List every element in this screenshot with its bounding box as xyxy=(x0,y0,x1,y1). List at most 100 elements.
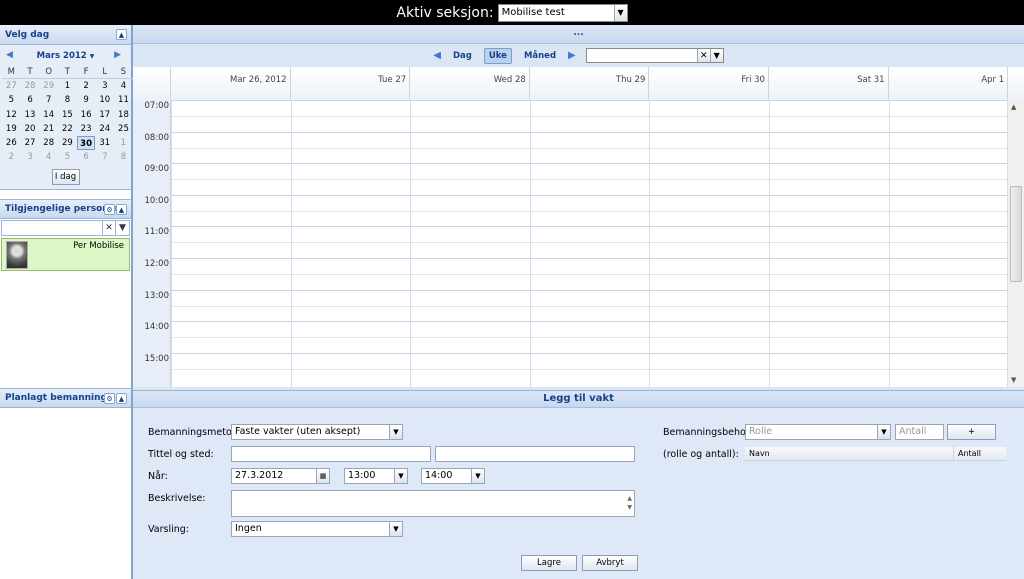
calendar-day[interactable]: 7 xyxy=(39,93,58,107)
calendar-day[interactable]: 20 xyxy=(21,122,40,136)
clear-icon[interactable]: ✕ xyxy=(103,221,116,236)
chevron-down-icon[interactable]: ▼ xyxy=(877,425,890,439)
calendar-day[interactable]: 27 xyxy=(2,79,21,93)
chevron-down-icon[interactable]: ▼ xyxy=(394,469,407,483)
staffing-method-select[interactable]: Faste vakter (uten aksept) ▼ xyxy=(231,424,403,440)
cancel-button[interactable]: Avbryt xyxy=(582,555,638,571)
calendar-day[interactable]: 28 xyxy=(39,136,58,150)
collapse-icon[interactable]: ▲ xyxy=(116,393,127,404)
active-section-select[interactable]: Mobilise test ▼ xyxy=(497,3,628,22)
count-input[interactable]: Antall xyxy=(895,424,944,440)
calendar-day[interactable]: 23 xyxy=(77,122,96,136)
calendar-day[interactable]: 16 xyxy=(77,108,96,122)
calendar-day[interactable]: 1 xyxy=(114,136,133,150)
calendar-day[interactable]: 29 xyxy=(39,79,58,93)
notification-select[interactable]: Ingen ▼ xyxy=(231,521,403,537)
calendar-day[interactable]: 6 xyxy=(21,93,40,107)
prev-icon[interactable]: ◀ xyxy=(433,50,441,61)
chevron-down-icon[interactable]: ▼ xyxy=(389,425,402,439)
day-header[interactable]: Tue 27 xyxy=(291,67,411,100)
from-time-select[interactable]: 13:00 ▼ xyxy=(344,468,408,484)
vertical-scrollbar[interactable]: ▲ ▼ xyxy=(1007,100,1024,387)
prev-month-icon[interactable]: ◀ xyxy=(6,50,13,60)
calendar-day[interactable]: 5 xyxy=(2,93,21,107)
calendar-day[interactable]: 31 xyxy=(95,136,114,150)
chevron-down-icon[interactable]: ▼ xyxy=(709,49,723,62)
settings-icon[interactable]: ⚙ xyxy=(104,204,115,216)
day-header[interactable]: Apr 1 xyxy=(889,67,1009,100)
settings-icon[interactable]: ⚙ xyxy=(104,393,115,404)
day-header[interactable]: Fri 30 xyxy=(649,67,769,100)
chevron-down-icon[interactable]: ▼ xyxy=(116,221,129,235)
role-select[interactable]: Rolle ▼ xyxy=(745,424,891,440)
calendar-day[interactable]: 26 xyxy=(2,136,21,150)
scroll-down-icon[interactable]: ▼ xyxy=(1011,376,1016,384)
calendar-day[interactable]: 2 xyxy=(2,150,21,164)
description-textarea[interactable]: ▲ ▼ xyxy=(231,490,635,517)
calendar-day[interactable]: 15 xyxy=(58,108,77,122)
calendar-day[interactable]: 24 xyxy=(95,122,114,136)
calendar-icon[interactable]: ▦ xyxy=(316,469,329,483)
calendar-day[interactable]: 17 xyxy=(95,108,114,122)
chevron-down-icon[interactable]: ▼ xyxy=(613,4,627,21)
add-need-button[interactable]: + xyxy=(947,424,996,440)
date-input[interactable]: 27.3.2012 ▦ xyxy=(231,468,330,484)
scroll-down-icon[interactable]: ▼ xyxy=(627,501,632,515)
column-count[interactable]: Antall xyxy=(954,447,1006,461)
calendar-day[interactable]: 27 xyxy=(21,136,40,150)
tab-dag[interactable]: Dag xyxy=(449,49,476,63)
save-button[interactable]: Lagre xyxy=(521,555,577,571)
tab-maned[interactable]: Måned xyxy=(520,49,560,63)
day-header[interactable]: Wed 28 xyxy=(410,67,530,100)
calendar-day[interactable]: 1 xyxy=(58,79,77,93)
column-name[interactable]: Navn xyxy=(745,447,954,461)
calendar-day[interactable]: 8 xyxy=(114,150,133,164)
day-header[interactable]: Mar 26, 2012 xyxy=(171,67,291,100)
next-month-icon[interactable]: ▶ xyxy=(114,50,121,60)
chevron-down-icon[interactable]: ▼ xyxy=(471,469,484,483)
calendar-day[interactable]: 8 xyxy=(58,93,77,107)
place-input[interactable] xyxy=(435,446,635,462)
calendar-day[interactable]: 7 xyxy=(95,150,114,164)
calendar-day[interactable]: 4 xyxy=(39,150,58,164)
calendar-day[interactable]: 3 xyxy=(95,79,114,93)
calendar-day[interactable]: 14 xyxy=(39,108,58,122)
calendar-day[interactable]: 30 xyxy=(76,135,96,151)
calendar-day[interactable]: 21 xyxy=(39,122,58,136)
person-search-input[interactable] xyxy=(2,221,103,236)
month-title[interactable]: Mars 2012 xyxy=(37,51,87,61)
title-input[interactable] xyxy=(231,446,431,462)
today-button[interactable]: I dag xyxy=(51,169,80,186)
calendar-day[interactable]: 25 xyxy=(114,122,133,136)
week-grid[interactable]: 07:00 08:00 09:00 10:00 11:00 12:00 13:00 14:00… xyxy=(133,100,1007,387)
calendar-day[interactable]: 10 xyxy=(95,93,114,107)
calendar-day[interactable]: 3 xyxy=(21,150,40,164)
calendar-day[interactable]: 19 xyxy=(2,122,21,136)
collapse-bar[interactable]: ... xyxy=(133,25,1024,44)
calendar-day[interactable]: 29 xyxy=(58,136,77,150)
collapse-icon[interactable]: ▲ xyxy=(116,204,127,216)
tab-uke[interactable]: Uke xyxy=(483,47,512,64)
calendar-day[interactable]: 28 xyxy=(21,79,40,93)
calendar-day[interactable]: 11 xyxy=(114,93,133,107)
calendar-day[interactable]: 9 xyxy=(77,93,96,107)
chevron-down-icon[interactable]: ▼ xyxy=(389,522,402,536)
calendar-day[interactable]: 6 xyxy=(77,150,96,164)
calendar-day[interactable]: 18 xyxy=(114,108,133,122)
calendar-day[interactable]: 12 xyxy=(2,108,21,122)
person-item[interactable]: Per Mobilise xyxy=(1,238,130,272)
clear-icon[interactable]: ✕ xyxy=(696,49,710,62)
collapse-icon[interactable]: ▲ xyxy=(116,29,127,40)
calendar-filter-select[interactable]: ✕ ▼ xyxy=(585,48,724,63)
calendar-day[interactable]: 4 xyxy=(114,79,133,93)
scroll-up-icon[interactable]: ▲ xyxy=(1011,103,1016,111)
scroll-thumb[interactable] xyxy=(1010,186,1022,282)
calendar-day[interactable]: 13 xyxy=(21,108,40,122)
day-header[interactable]: Thu 29 xyxy=(530,67,650,100)
calendar-day[interactable]: 2 xyxy=(77,79,96,93)
month-dropdown-icon[interactable]: ▼ xyxy=(90,53,95,60)
to-time-select[interactable]: 14:00 ▼ xyxy=(421,468,485,484)
next-icon[interactable]: ▶ xyxy=(568,50,576,61)
calendar-day[interactable]: 22 xyxy=(58,122,77,136)
calendar-day[interactable]: 5 xyxy=(58,150,77,164)
